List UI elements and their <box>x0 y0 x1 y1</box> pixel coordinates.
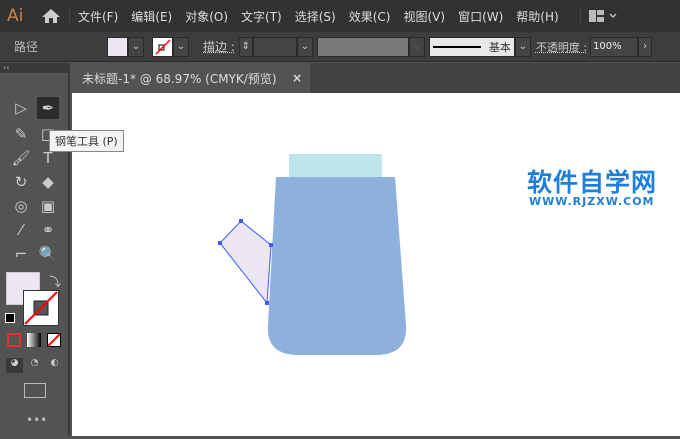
artwork <box>218 154 407 355</box>
fill-dropdown[interactable]: ⌄ <box>128 36 144 57</box>
zoom-tool-icon[interactable]: 🔍 <box>37 243 59 265</box>
watermark-url: WWW.RJZXW.COM <box>529 195 655 208</box>
artboard-tool-icon[interactable]: ⌐ <box>10 243 32 265</box>
document-tab[interactable]: 未标题-1* @ 68.97% (CMYK/预览) × <box>72 63 310 93</box>
eyedropper-tool-icon[interactable]: ⁄ <box>10 219 32 241</box>
watermark-title: 软件自学网 <box>527 168 658 197</box>
profile-dropdown[interactable]: ⌄ <box>408 36 425 57</box>
opacity-arrow[interactable]: › <box>638 36 653 57</box>
artboard-canvas[interactable]: 软件自学网 WWW.RJZXW.COM <box>72 93 680 436</box>
teapot-spout-path[interactable] <box>219 220 272 305</box>
stroke-label: 描边 : <box>203 40 235 54</box>
brush-definition[interactable]: 基本 <box>428 36 515 57</box>
menu-object[interactable]: 对象(O) <box>185 8 228 25</box>
brush-label: 基本 <box>488 40 511 54</box>
menu-file[interactable]: 文件(F) <box>78 8 118 25</box>
app-logo: Ai <box>7 6 24 26</box>
opacity-input[interactable]: 100% <box>590 36 639 57</box>
pen-tool-icon[interactable]: ✒ <box>37 97 59 119</box>
stroke-swatch[interactable] <box>152 36 173 57</box>
shape-builder-tool-icon[interactable]: ⚭ <box>37 219 59 241</box>
fill-swatch[interactable] <box>107 36 128 57</box>
object-type-label: 路径 <box>14 40 39 54</box>
anchor-point[interactable] <box>269 243 273 247</box>
workspace-switcher-icon[interactable] <box>588 9 619 23</box>
brush-dropdown[interactable]: ⌄ <box>514 36 531 57</box>
curvature-tool-icon[interactable]: ✎ <box>10 123 32 145</box>
gradient-tool-icon[interactable]: ▣ <box>37 195 59 217</box>
menu-type[interactable]: 文字(T) <box>241 8 282 25</box>
color-mode-icon[interactable] <box>7 333 21 347</box>
puppet-warp-tool-icon[interactable]: ◎ <box>10 195 32 217</box>
menu-help[interactable]: 帮助(H) <box>516 8 558 25</box>
swap-colors-icon[interactable]: ⤵ <box>49 273 61 290</box>
teapot-lid[interactable] <box>289 154 382 177</box>
menu-view[interactable]: 视图(V) <box>403 8 445 25</box>
anchor-point[interactable] <box>265 301 269 305</box>
direct-selection-tool-icon[interactable]: ▷ <box>10 97 32 119</box>
close-tab-icon[interactable]: × <box>292 71 302 85</box>
rotate-tool-icon[interactable]: ↻ <box>10 171 32 193</box>
collapse-panel-icon[interactable]: ‹‹ <box>0 63 68 73</box>
menu-edit[interactable]: 编辑(E) <box>131 8 172 25</box>
anchor-point[interactable] <box>239 219 243 223</box>
tooltip: 钢笔工具 (P) <box>49 130 124 152</box>
screen-mode-icon[interactable] <box>24 383 46 398</box>
stroke-dropdown[interactable]: ⌄ <box>173 36 189 57</box>
gradient-mode-icon[interactable] <box>27 333 41 347</box>
teapot-body[interactable] <box>267 177 407 355</box>
stroke-weight-dropdown[interactable]: ⌄ <box>296 36 313 57</box>
paintbrush-tool-icon[interactable]: 🖌 <box>10 147 32 169</box>
brush-line-icon <box>432 45 481 48</box>
stroke-weight-input[interactable] <box>252 36 297 57</box>
anchor-point[interactable] <box>218 241 222 245</box>
stroke-color-swatch[interactable] <box>23 290 59 326</box>
document-tab-title: 未标题-1* @ 68.97% (CMYK/预览) <box>82 71 277 86</box>
menu-window[interactable]: 窗口(W) <box>458 8 503 25</box>
draw-behind-icon[interactable]: ◔ <box>26 358 43 373</box>
draw-normal-icon[interactable]: ◕ <box>6 358 23 373</box>
eraser-tool-icon[interactable]: ◆ <box>37 171 59 193</box>
default-colors-icon[interactable] <box>5 313 15 323</box>
variable-width-profile[interactable] <box>316 36 409 57</box>
menu-select[interactable]: 选择(S) <box>295 8 336 25</box>
stroke-weight-stepper[interactable]: ⇕ <box>238 36 253 57</box>
menu-bar: Ai 文件(F) 编辑(E) 对象(O) 文字(T) 选择(S) 效果(C) 视… <box>0 0 680 32</box>
opacity-label: 不透明度 : <box>535 40 588 54</box>
menu-effect[interactable]: 效果(C) <box>349 8 391 25</box>
more-tools-icon[interactable]: ••• <box>26 413 47 427</box>
tools-panel: ‹‹ ▷ ✒ ✎ □ 🖌 T ↻ ◆ ◎ ▣ ⁄ ⚭ ⌐ 🔍 ⤵ ◕ ◔ ◐ •… <box>0 63 70 436</box>
document-tab-bar: 未标题-1* @ 68.97% (CMYK/预览) × <box>72 63 680 93</box>
none-mode-icon[interactable] <box>47 333 61 347</box>
home-icon[interactable] <box>41 8 61 24</box>
draw-inside-icon[interactable]: ◐ <box>46 358 63 373</box>
control-bar: 路径 ⌄ ⌄ 描边 : ⇕ ⌄ ⌄ 基本 ⌄ 不透明度 : 100% › <box>0 32 680 62</box>
